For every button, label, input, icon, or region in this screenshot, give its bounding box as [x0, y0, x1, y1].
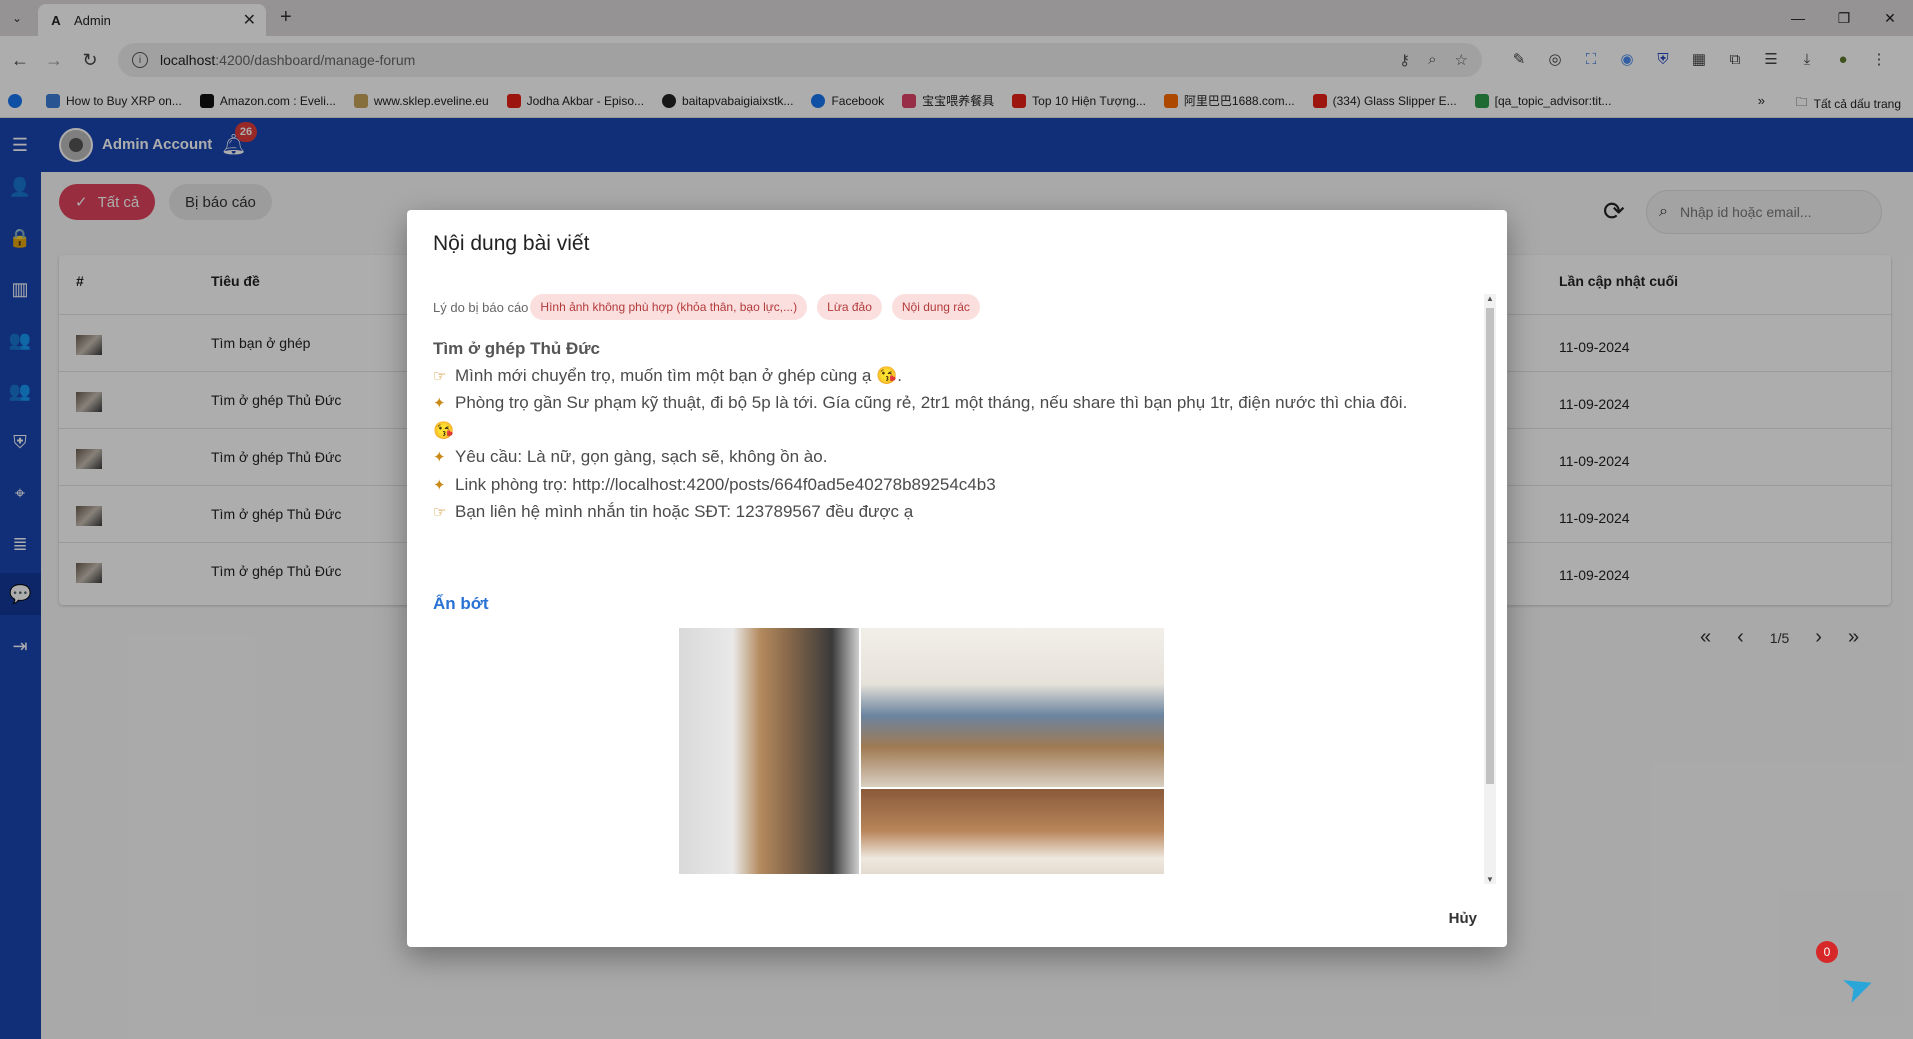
- sparkle-icon: ✦: [433, 395, 446, 412]
- post-line: ✦ Link phòng trọ: http://localhost:4200/p…: [433, 472, 1433, 500]
- pointing-hand-icon: ☞: [433, 504, 447, 521]
- sparkle-icon: ✦: [433, 449, 446, 466]
- post-line: ☞ Mình mới chuyển trọ, muốn tìm một bạn ở…: [433, 363, 1433, 391]
- post-line-text: Phòng trọ gần Sư phạm kỹ thuật, đi bộ 5p…: [433, 393, 1408, 440]
- report-reason-label: Lý do bị báo cáo: [433, 299, 529, 315]
- report-reasons: Lý do bị báo cáo Hình ảnh không phù hợp …: [433, 294, 980, 320]
- post-line: ✦ Yêu cầu: Là nữ, gọn gàng, sạch sẽ, khôn…: [433, 444, 1433, 472]
- post-image-collage[interactable]: [679, 628, 1164, 874]
- post-line-text: Bạn liên hệ mình nhắn tin hoặc SĐT: 1237…: [455, 502, 914, 521]
- reason-chip: Lừa đảo: [817, 294, 882, 320]
- post-content-dialog: Nội dung bài viết Lý do bị báo cáo Hình …: [407, 210, 1507, 947]
- post-line: ☞ Bạn liên hệ mình nhắn tin hoặc SĐT: 123…: [433, 499, 1433, 527]
- dialog-scrollbar[interactable]: ▲ ▼: [1484, 294, 1496, 884]
- post-body: Tìm ở ghép Thủ Đức ☞ Mình mới chuyển trọ,…: [433, 336, 1433, 527]
- post-line: ✦ Phòng trọ gần Sư phạm kỹ thuật, đi bộ 5…: [433, 390, 1433, 444]
- reason-chip: Nội dung rác: [891, 294, 980, 320]
- show-less-link[interactable]: Ẩn bớt: [433, 594, 489, 614]
- dialog-content[interactable]: Lý do bị báo cáo Hình ảnh không phù hợp …: [433, 294, 1493, 874]
- sparkle-icon: ✦: [433, 476, 446, 494]
- scroll-down-icon[interactable]: ▼: [1486, 875, 1494, 884]
- chat-badge: 0: [1816, 941, 1838, 963]
- post-line-text: Mình mới chuyển trọ, muốn tìm một bạn ở …: [455, 365, 902, 385]
- post-line-text: Yêu cầu: Là nữ, gọn gàng, sạch sẽ, không…: [455, 447, 828, 466]
- reason-chip: Hình ảnh không phù hợp (khỏa thân, bạo l…: [530, 294, 808, 320]
- scroll-up-icon[interactable]: ▲: [1486, 294, 1494, 303]
- post-image-stairs[interactable]: [679, 628, 859, 874]
- cancel-button[interactable]: Hủy: [1449, 910, 1477, 927]
- dialog-title: Nội dung bài viết: [433, 232, 590, 255]
- pointing-hand-icon: ☞: [433, 367, 447, 385]
- scrollbar-thumb[interactable]: [1486, 308, 1494, 784]
- post-image-room[interactable]: [861, 789, 1164, 874]
- post-line-text: Link phòng trọ: http://localhost:4200/po…: [455, 474, 996, 494]
- post-title: Tìm ở ghép Thủ Đức: [433, 339, 601, 358]
- post-image-loft[interactable]: [861, 628, 1164, 787]
